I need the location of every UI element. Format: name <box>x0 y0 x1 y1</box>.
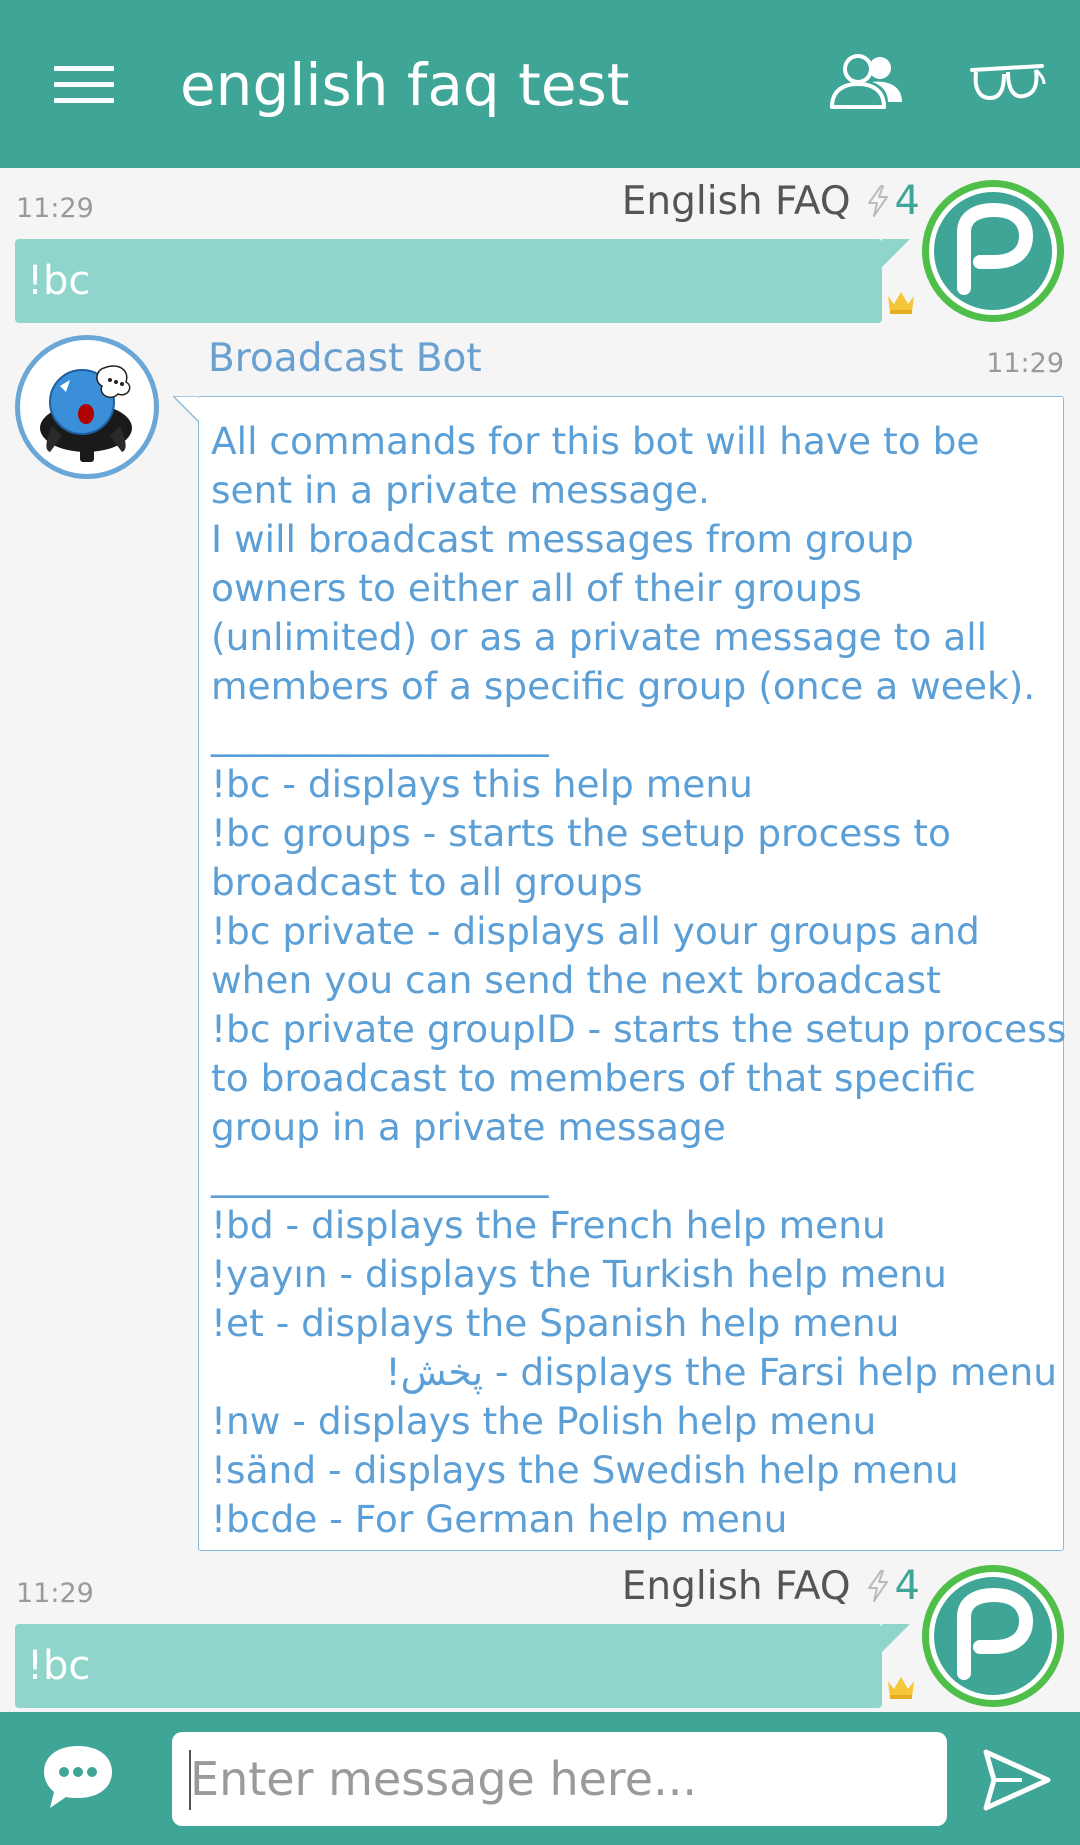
message-line: !bc groups - starts the setup process to <box>211 811 951 855</box>
message-line: broadcast to all groups <box>211 860 643 904</box>
message-line: I will broadcast messages from group <box>211 517 914 561</box>
bot-sender-name[interactable]: Broadcast Bot <box>208 336 482 381</box>
message-timestamp: 11:29 <box>16 193 94 224</box>
message-line: !پخش - displays the Farsi help menu <box>385 1350 1057 1394</box>
message-timestamp: 11:29 <box>986 348 1064 379</box>
hamburger-menu-icon[interactable] <box>54 66 114 104</box>
message-line: (unlimited) or as a private message to a… <box>211 615 988 659</box>
message-line: when you can send the next broadcast <box>211 958 941 1002</box>
message-line: to broadcast to members of that specific <box>211 1056 976 1100</box>
message-line: owners to either all of their groups <box>211 566 862 610</box>
divider-line: __________________ <box>211 713 549 757</box>
message-composer <box>0 1712 1080 1845</box>
message-sender-line: English FAQ 4 <box>622 1563 920 1609</box>
message-line: !nw - displays the Polish help menu <box>211 1399 877 1443</box>
message-line: !bd - displays the French help menu <box>211 1203 886 1247</box>
chat-bubble-icon[interactable] <box>40 1742 116 1812</box>
sender-name[interactable]: English FAQ <box>622 179 851 224</box>
palringo-logo-icon <box>957 1587 1034 1680</box>
glasses-icon[interactable] <box>970 60 1046 108</box>
message-line: !yayın - displays the Turkish help menu <box>211 1252 947 1296</box>
message-timestamp: 11:29 <box>16 1578 94 1609</box>
reputation-bolt-icon <box>865 184 891 218</box>
message-line: !sänd - displays the Swedish help menu <box>211 1448 959 1492</box>
text-caret <box>189 1750 191 1810</box>
group-members-icon[interactable] <box>828 52 904 112</box>
message-line: members of a specific group (once a week… <box>211 664 1036 708</box>
message-line: All commands for this bot will have to b… <box>211 419 980 463</box>
outgoing-message-bubble[interactable]: !bc <box>15 1624 910 1708</box>
user-avatar[interactable] <box>922 1565 1064 1707</box>
message-text: !bc <box>27 258 91 304</box>
reputation-level: 4 <box>894 178 920 224</box>
incoming-message-bubble[interactable]: All commands for this bot will have to b… <box>173 396 1067 1551</box>
reputation-level: 4 <box>894 1563 920 1609</box>
message-line: !bc - displays this help menu <box>211 762 753 806</box>
message-input[interactable] <box>172 1732 947 1826</box>
bot-message-text: All commands for this bot will have to b… <box>211 417 1067 1544</box>
user-avatar[interactable] <box>922 180 1064 322</box>
divider-line: __________________ <box>211 1154 549 1198</box>
crown-icon <box>886 288 916 320</box>
sender-name[interactable]: English FAQ <box>622 1564 851 1609</box>
message-line: !bc private groupID - starts the setup p… <box>211 1007 1067 1051</box>
bubble-tail <box>173 396 199 422</box>
message-sender-line: English FAQ 4 <box>622 178 920 224</box>
bot-avatar[interactable] <box>15 335 159 479</box>
outgoing-message-bubble[interactable]: !bc <box>15 239 910 323</box>
message-line: !bc private - displays all your groups a… <box>211 909 980 953</box>
message-line: group in a private message <box>211 1105 726 1149</box>
palringo-logo-icon <box>957 202 1034 295</box>
message-text: !bc <box>27 1643 91 1689</box>
reputation-bolt-icon <box>865 1569 891 1603</box>
send-icon[interactable] <box>982 1748 1052 1812</box>
crown-icon <box>886 1673 916 1705</box>
group-title: english faq test <box>180 51 630 119</box>
message-line: !et - displays the Spanish help menu <box>211 1301 900 1345</box>
app-header: english faq test <box>0 0 1080 168</box>
message-line: sent in a private message. <box>211 468 710 512</box>
message-line: !bcde - For German help menu <box>211 1497 788 1541</box>
